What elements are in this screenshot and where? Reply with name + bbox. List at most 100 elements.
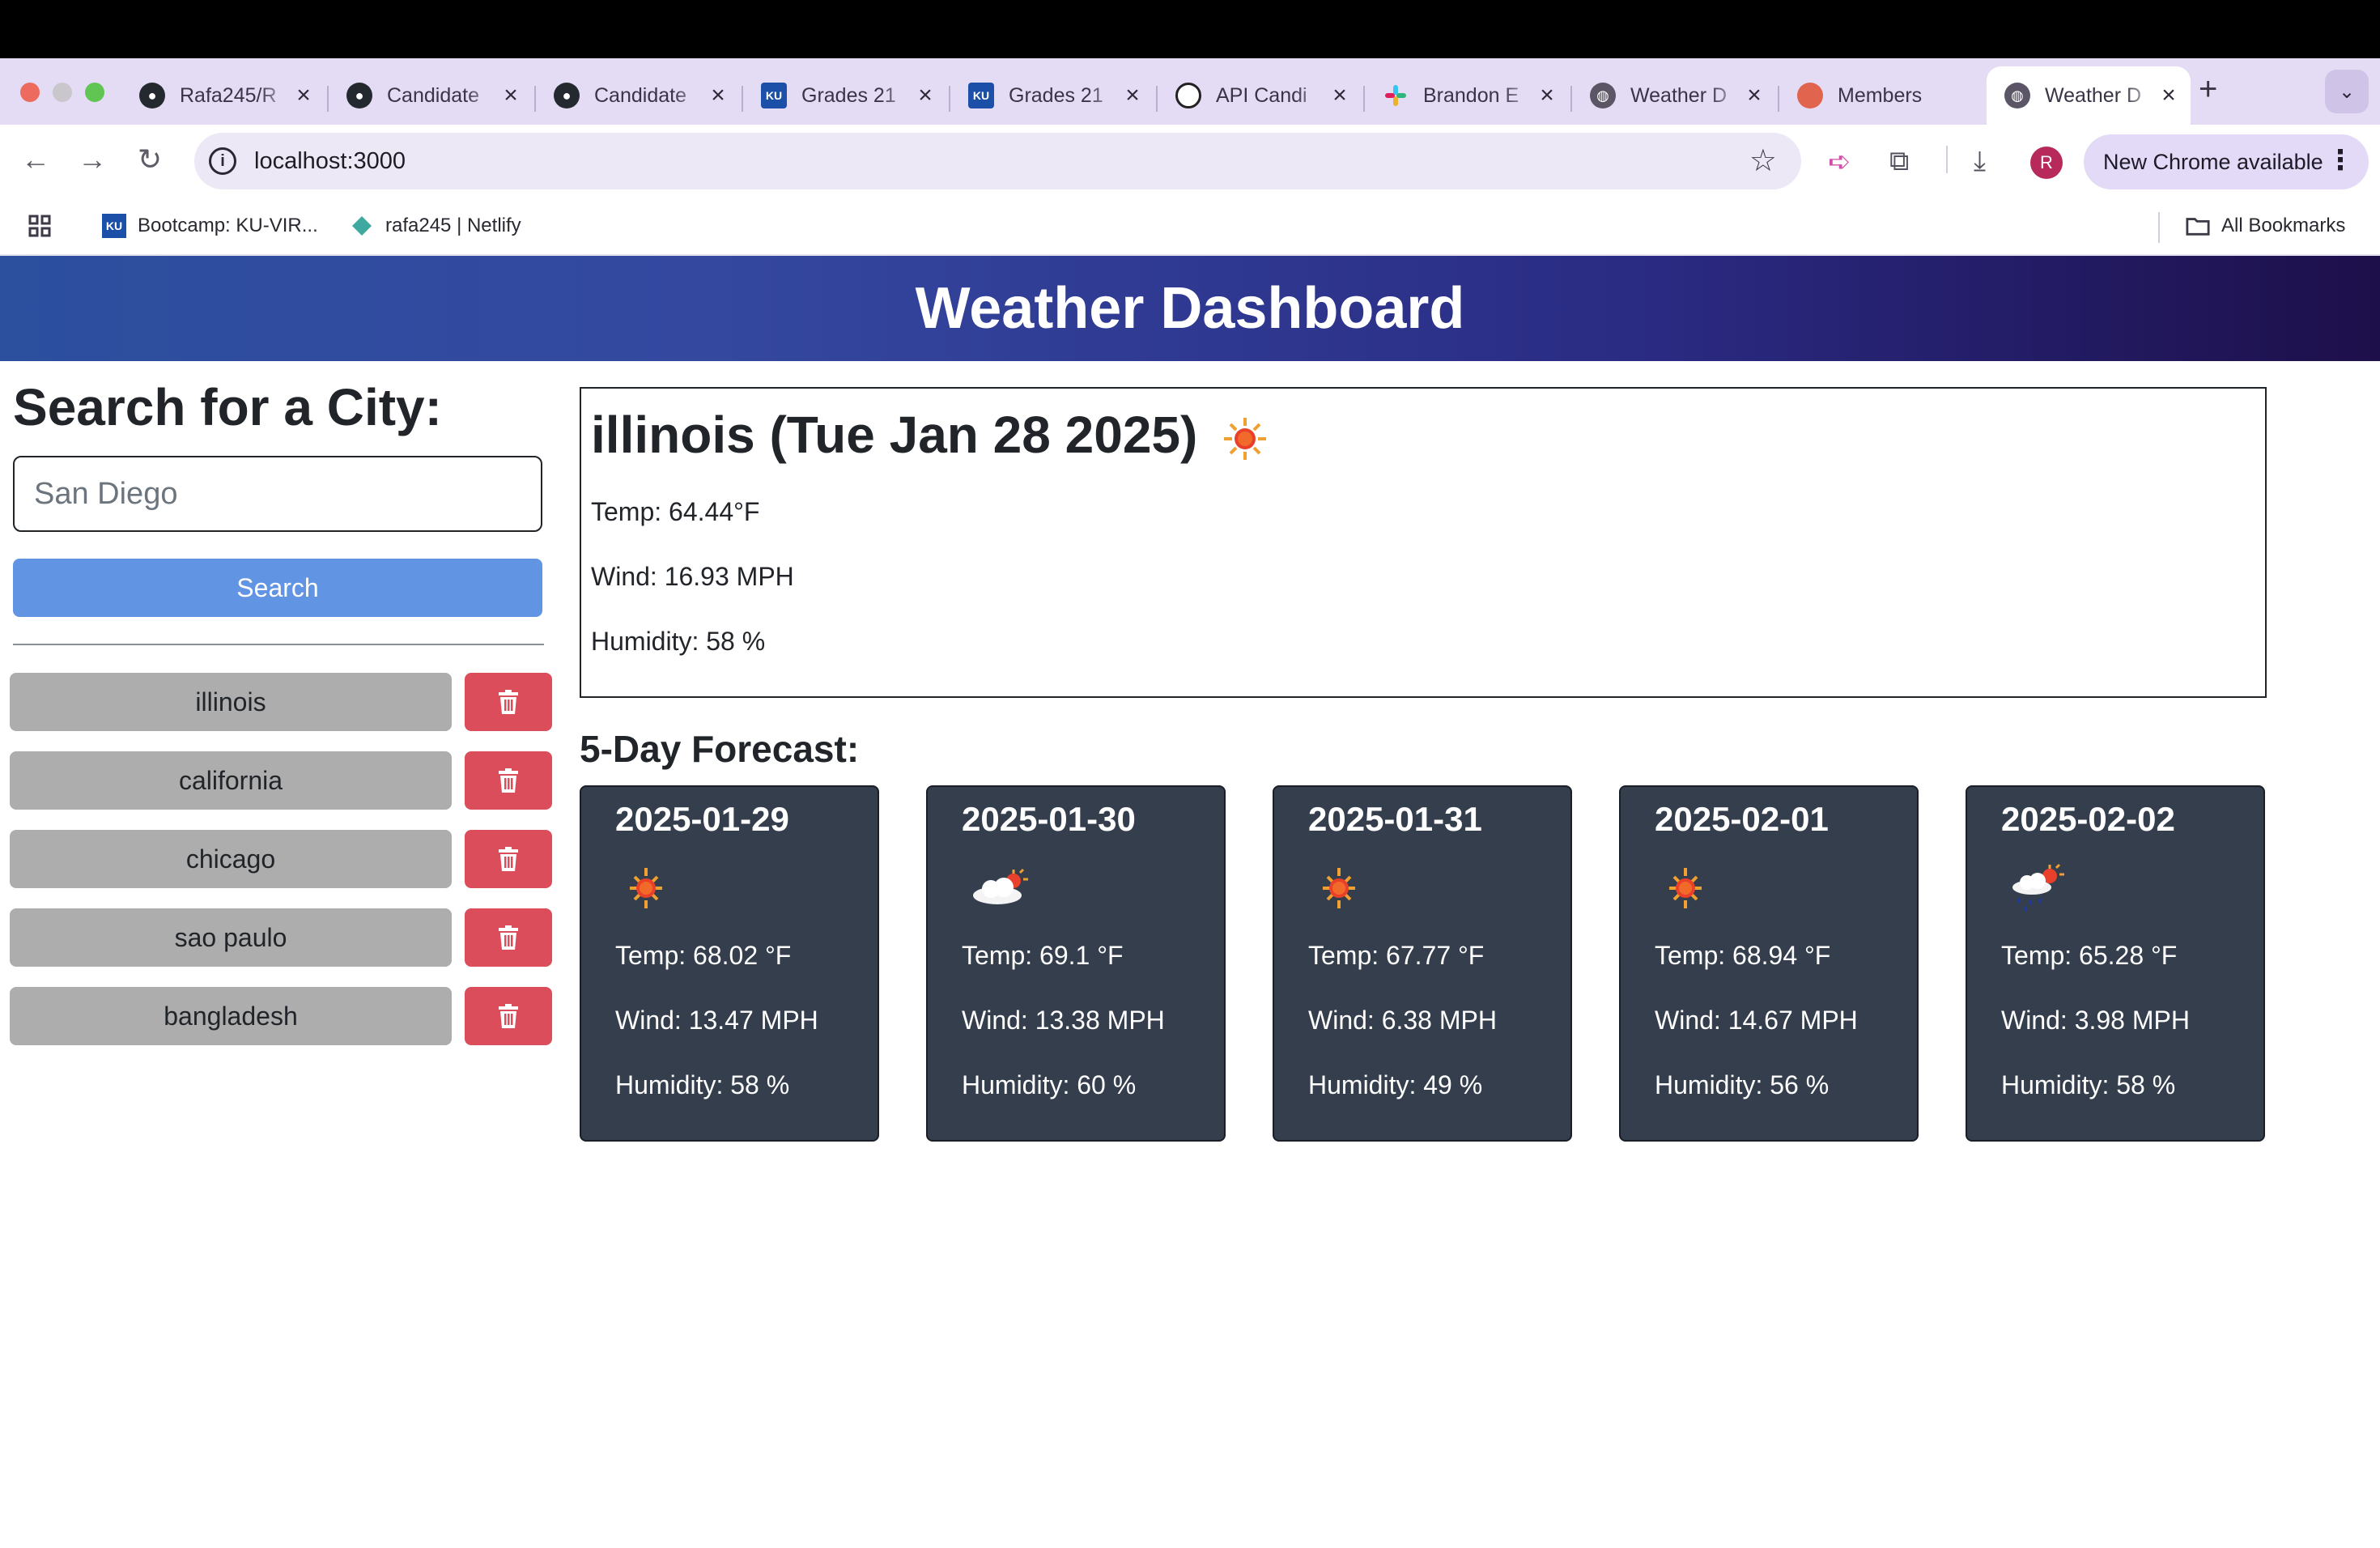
members-icon xyxy=(1797,83,1823,108)
delete-city-button[interactable] xyxy=(465,908,552,967)
github-icon: ● xyxy=(139,83,165,108)
forecast-temp: Temp: 67.77 °F xyxy=(1308,941,1485,970)
sun-icon xyxy=(1323,868,1355,908)
browser-tab[interactable]: ● Candidate × xyxy=(329,66,533,125)
url-text[interactable]: localhost:3000 xyxy=(254,148,406,175)
browser-tab[interactable]: KU Grades 21 × xyxy=(950,66,1154,125)
browser-tab-active[interactable]: ◍ Weather D × xyxy=(1987,66,2191,125)
forecast-humidity: Humidity: 60 % xyxy=(962,1070,1137,1099)
history-city-button[interactable]: sao paulo xyxy=(10,908,452,967)
tab-label: Members xyxy=(1838,83,1923,107)
tab-label: Candidate xyxy=(387,83,479,107)
forecast-card: 2025-01-30 Temp: 69.1 °F Wind: 13.38 MPH… xyxy=(926,785,1226,1142)
history-item: illinois xyxy=(10,673,552,731)
tab-label: Rafa245/R xyxy=(180,83,277,107)
forecast-humidity: Humidity: 49 % xyxy=(1308,1070,1483,1099)
forecast-card: 2025-01-29 Temp: 68.02 °F Wind: 13.47 MP… xyxy=(580,785,879,1142)
browser-tab[interactable]: Brandon E × xyxy=(1365,66,1569,125)
all-bookmarks-button[interactable]: All Bookmarks xyxy=(2186,214,2345,238)
forecast-card: 2025-01-31 Temp: 67.77 °F Wind: 6.38 MPH… xyxy=(1273,785,1572,1142)
tab-label: API Candi xyxy=(1216,83,1307,107)
close-tab-icon[interactable]: × xyxy=(1329,82,1350,109)
page-title: Weather Dashboard xyxy=(915,276,1465,341)
close-tab-icon[interactable]: × xyxy=(915,82,936,109)
trash-icon xyxy=(499,847,518,871)
delete-city-button[interactable] xyxy=(465,751,552,810)
close-tab-icon[interactable]: × xyxy=(2158,82,2179,109)
apps-grid-icon[interactable] xyxy=(28,214,52,238)
reload-icon[interactable]: ↻ xyxy=(138,142,162,176)
forecast-date: 2025-01-30 xyxy=(962,800,1136,838)
toolbar-separator xyxy=(1946,146,1948,173)
bookmark-label: Bootcamp: KU-VIR... xyxy=(138,215,318,236)
folder-icon xyxy=(2186,214,2210,238)
download-icon[interactable]: ⤓ xyxy=(1974,146,1986,177)
netlify-icon xyxy=(350,214,374,238)
partly-cloudy-icon xyxy=(973,868,1028,904)
trash-icon xyxy=(499,925,518,950)
new-tab-button[interactable]: + xyxy=(2199,71,2217,108)
close-tab-icon[interactable]: × xyxy=(500,82,521,109)
history-item: sao paulo xyxy=(10,908,552,967)
search-button[interactable]: Search xyxy=(13,559,542,617)
forecast-card: 2025-02-02 Temp: 65.28 °F Wind: 3.98 MPH… xyxy=(1966,785,2265,1142)
extensions-puzzle-icon[interactable]: ⧉ xyxy=(1889,146,1909,177)
forecast-temp: Temp: 68.02 °F xyxy=(615,941,792,970)
tab-search-button[interactable]: ⌄ xyxy=(2325,70,2369,113)
extension-arrow-icon[interactable]: ➪ xyxy=(1828,146,1851,178)
minimize-window-button[interactable] xyxy=(53,83,72,102)
bookmark-item[interactable]: KU Bootcamp: KU-VIR... xyxy=(102,214,318,238)
forecast-humidity: Humidity: 56 % xyxy=(1655,1070,1830,1099)
close-tab-icon[interactable]: × xyxy=(1536,82,1558,109)
maximize-window-button[interactable] xyxy=(85,83,104,102)
browser-tab[interactable]: ● Candidate × xyxy=(536,66,740,125)
browser-tab[interactable]: Members xyxy=(1779,66,1983,125)
close-tab-icon[interactable]: × xyxy=(708,82,729,109)
history-city-button[interactable]: illinois xyxy=(10,673,452,731)
bookmark-star-icon[interactable]: ☆ xyxy=(1749,142,1777,179)
tab-strip: ● Rafa245/R × ● Candidate × ● Candidate … xyxy=(0,58,2380,125)
page-header: Weather Dashboard xyxy=(0,256,2380,361)
openai-icon xyxy=(1175,83,1201,108)
screen-top-bar xyxy=(0,0,2380,58)
forward-arrow-icon[interactable]: → xyxy=(78,142,107,176)
browser-tab[interactable]: ◍ Weather D × xyxy=(1572,66,1776,125)
current-wind: Wind: 16.93 MPH xyxy=(591,562,794,591)
tab-label: Weather D xyxy=(1630,83,1728,107)
sun-icon xyxy=(630,868,662,908)
forecast-date: 2025-01-31 xyxy=(1308,800,1482,838)
city-search-input[interactable] xyxy=(13,456,542,532)
close-window-button[interactable] xyxy=(20,83,40,102)
history-city-button[interactable]: chicago xyxy=(10,830,452,888)
close-tab-icon[interactable]: × xyxy=(1744,82,1765,109)
forecast-card: 2025-02-01 Temp: 68.94 °F Wind: 14.67 MP… xyxy=(1619,785,1919,1142)
trash-icon xyxy=(499,1004,518,1028)
delete-city-button[interactable] xyxy=(465,987,552,1045)
address-bar[interactable]: i localhost:3000 ☆ xyxy=(194,133,1801,189)
site-info-icon[interactable]: i xyxy=(209,147,236,175)
browser-tab[interactable]: KU Grades 21 × xyxy=(743,66,947,125)
back-arrow-icon[interactable]: ← xyxy=(21,142,50,176)
forecast-wind: Wind: 13.47 MPH xyxy=(615,1006,818,1035)
delete-city-button[interactable] xyxy=(465,673,552,731)
history-city-button[interactable]: bangladesh xyxy=(10,987,452,1045)
new-chrome-available-button[interactable]: New Chrome available ⋮ xyxy=(2084,134,2369,189)
more-menu-icon[interactable]: ⋮ xyxy=(2327,144,2354,176)
delete-city-button[interactable] xyxy=(465,830,552,888)
profile-avatar[interactable]: R xyxy=(2030,147,2063,179)
bookmark-item[interactable]: rafa245 | Netlify xyxy=(350,214,521,238)
ku-icon: KU xyxy=(102,214,126,238)
forecast-date: 2025-02-02 xyxy=(2001,800,2175,838)
history-city-button[interactable]: california xyxy=(10,751,452,810)
close-tab-icon[interactable]: × xyxy=(1122,82,1143,109)
forecast-temp: Temp: 68.94 °F xyxy=(1655,941,1831,970)
browser-tab[interactable]: ● Rafa245/R × xyxy=(121,66,325,125)
tab-label: Candidate xyxy=(594,83,686,107)
forecast-wind: Wind: 6.38 MPH xyxy=(1308,1006,1497,1035)
close-tab-icon[interactable]: × xyxy=(293,82,314,109)
browser-toolbar: ← → ↻ i localhost:3000 ☆ ➪ ⧉ ⤓ R New Chr… xyxy=(0,125,2380,201)
slack-icon xyxy=(1383,83,1409,108)
forecast-wind: Wind: 3.98 MPH xyxy=(2001,1006,2190,1035)
browser-tab[interactable]: API Candi × xyxy=(1158,66,1362,125)
tab-label: Grades 21 xyxy=(1009,83,1103,107)
